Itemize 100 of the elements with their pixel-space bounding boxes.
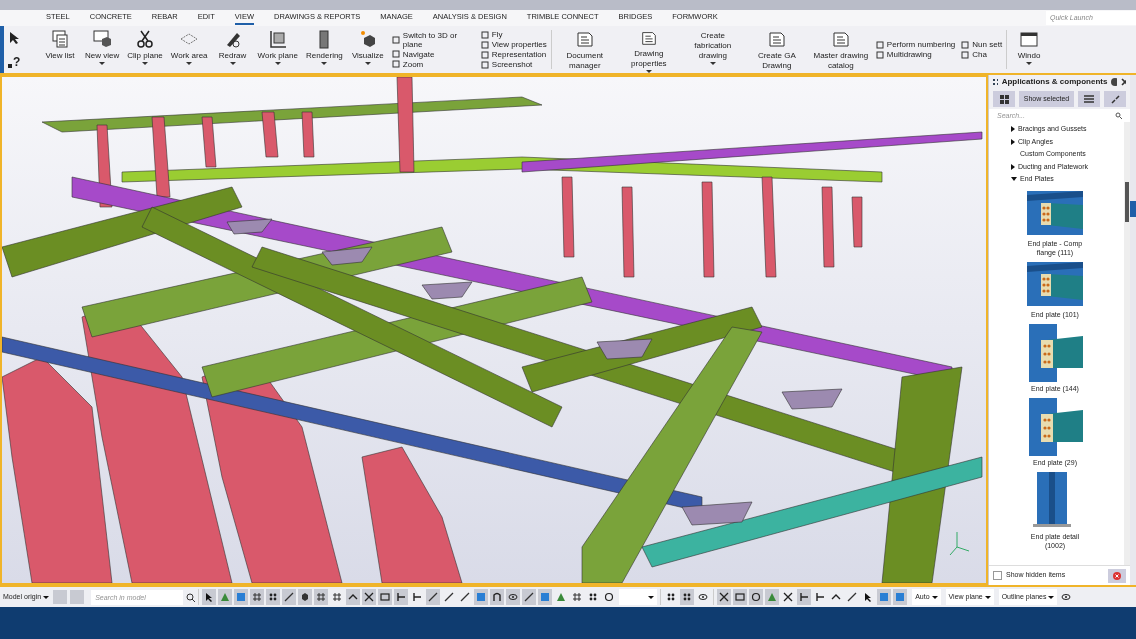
ribbon-button[interactable]: Rendering: [302, 26, 346, 73]
document-icon: [574, 29, 595, 49]
scrollbar-thumb[interactable]: [1125, 182, 1129, 222]
scissors-icon: [135, 29, 155, 49]
axis-icon: [949, 531, 970, 556]
line-icon: [459, 591, 472, 603]
ribbon-menu-item[interactable]: Zoom: [391, 59, 475, 69]
toolbar-button[interactable]: [250, 589, 265, 605]
grid-icon: [999, 94, 1009, 104]
collapsed-caret-icon[interactable]: [1011, 126, 1015, 133]
ribbon-button[interactable]: Visualize: [347, 26, 388, 73]
square-icon: [391, 35, 400, 44]
toolbar-button[interactable]: [749, 589, 764, 605]
ribbon-menu-item[interactable]: Perform numbering: [875, 40, 956, 49]
toolbar-button[interactable]: [506, 589, 521, 605]
line-icon: [846, 591, 859, 603]
window-cube-icon: [92, 29, 113, 49]
component-thumbnail[interactable]: [1027, 190, 1083, 237]
grid-icon: [315, 591, 328, 603]
tee-icon: [814, 591, 827, 603]
collapsed-caret-icon[interactable]: [1011, 138, 1015, 145]
ribbon-button[interactable]: Master drawing catalog: [809, 26, 872, 73]
toolbar-button[interactable]: [490, 589, 505, 605]
square-icon: [875, 40, 884, 49]
ribbon-menu-item[interactable]: View properties: [480, 40, 547, 49]
tee-icon: [411, 591, 424, 603]
component-thumbnail[interactable]: [1027, 323, 1083, 382]
square-icon: [894, 591, 907, 603]
cross-icon: [782, 591, 795, 603]
collapse-arrows-icon: [1110, 94, 1120, 104]
ribbon-button[interactable]: Redraw: [212, 26, 253, 73]
ribbon-button[interactable]: Work area: [167, 26, 211, 73]
window-icon: [1019, 29, 1040, 49]
collapse-button[interactable]: [1104, 91, 1126, 107]
triangle-icon: [555, 591, 568, 603]
ribbon-button[interactable]: Create fabrication drawing: [681, 26, 744, 73]
toolbar-button[interactable]: [680, 589, 695, 605]
square-icon: [391, 50, 400, 58]
ribbon-menu-item[interactable]: Fly: [480, 30, 547, 39]
toolbar-button[interactable]: [797, 589, 812, 605]
ribbon-menu-item[interactable]: Switch to 3D or plane: [391, 30, 475, 49]
line-icon: [523, 591, 536, 603]
toolbar-button[interactable]: [314, 589, 329, 605]
checkbox[interactable]: [993, 571, 1002, 580]
ribbon-button[interactable]: Work plane: [254, 26, 301, 73]
document-list-icon: [50, 29, 70, 49]
square-icon: [235, 591, 248, 603]
component-thumbnail[interactable]: [1027, 261, 1083, 308]
square-icon: [875, 50, 884, 59]
rectangle-icon: [379, 591, 392, 603]
ribbon-button[interactable]: Clip plane: [124, 26, 166, 73]
ribbon-button[interactable]: Document manager: [553, 26, 616, 73]
grid-view-button[interactable]: [993, 91, 1015, 107]
search-icon[interactable]: [1115, 112, 1122, 119]
ribbon-menu-item[interactable]: Nun sett: [961, 40, 1003, 49]
tee-icon: [395, 591, 408, 603]
eye-icon: [697, 591, 710, 603]
ribbon-button[interactable]: Create GA Drawing: [745, 26, 808, 73]
toolbar-button[interactable]: [717, 589, 732, 605]
eye-icon[interactable]: [1060, 591, 1073, 603]
toolbar-button[interactable]: [266, 589, 281, 605]
ribbon-menu-item[interactable]: Representation: [480, 50, 547, 59]
line-icon: [283, 591, 296, 603]
square-icon: [480, 30, 489, 39]
toolbar-button[interactable]: [282, 589, 297, 605]
line-icon: [427, 591, 440, 603]
toolbar-button[interactable]: [426, 589, 441, 605]
toolbar-button[interactable]: [522, 589, 537, 605]
ribbon-button[interactable]: Windo: [1009, 26, 1050, 73]
line-icon: [443, 591, 456, 603]
triangle-icon: [219, 591, 232, 603]
square-icon: [961, 50, 970, 59]
rectangle-icon: [734, 591, 747, 603]
ribbon-menu-item[interactable]: Screenshot: [480, 60, 547, 69]
search-icon[interactable]: [186, 592, 196, 602]
ribbon-menu-item[interactable]: Cha: [961, 50, 1003, 59]
toolbar-button[interactable]: [362, 589, 377, 605]
caret-icon: [648, 595, 655, 599]
menu-button[interactable]: [1078, 91, 1100, 107]
toolbar-button[interactable]: [298, 589, 313, 605]
ribbon-menu-item[interactable]: Multidrawing: [875, 50, 956, 59]
ribbon-menu-item[interactable]: Navigate: [391, 49, 475, 59]
toolbar-button[interactable]: [346, 589, 361, 605]
document-icon: [766, 29, 787, 49]
grid-icon: [331, 591, 344, 603]
help-glyph[interactable]: ?: [13, 55, 21, 68]
square-icon: [480, 60, 489, 69]
ribbon-button[interactable]: View list: [40, 26, 80, 73]
cross-icon: [363, 591, 376, 603]
drag-handle-icon[interactable]: [993, 78, 998, 86]
remove-button[interactable]: [1108, 568, 1126, 583]
component-thumbnail[interactable]: [1027, 397, 1083, 456]
square-plane-icon: [267, 29, 288, 49]
collapsed-caret-icon[interactable]: [1011, 163, 1015, 170]
ribbon-button[interactable]: New view: [82, 26, 123, 73]
expanded-caret-icon[interactable]: [1011, 177, 1017, 182]
arch-icon: [491, 591, 504, 603]
toolbar-button[interactable]: [394, 589, 409, 605]
grid-icon: [251, 591, 264, 603]
toolbar-button[interactable]: [202, 589, 217, 605]
